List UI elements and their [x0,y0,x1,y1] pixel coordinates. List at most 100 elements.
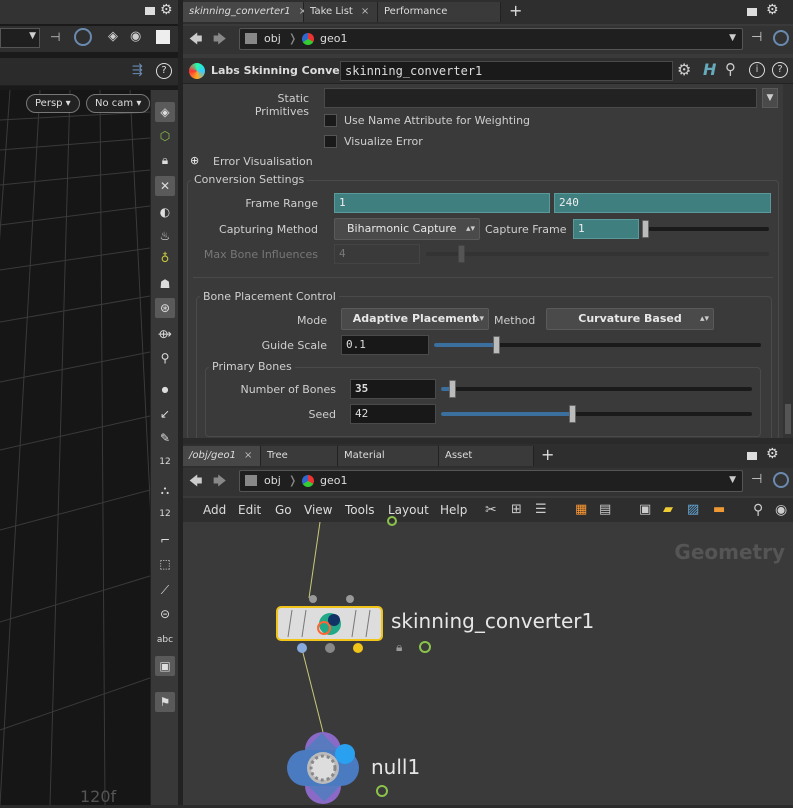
path-geo[interactable]: geo1 [320,32,347,45]
image-icon[interactable]: ▨ [687,502,699,517]
link-icon[interactable] [773,30,789,46]
text-icon[interactable]: abc [155,630,175,650]
max-bone-influences-handle[interactable] [458,245,465,263]
capture-frame-slider[interactable] [643,227,769,231]
output-connector[interactable] [353,643,363,653]
bbox-icon[interactable]: ⬚ [155,554,175,574]
guide-scale-field[interactable]: 0.1 [341,335,429,355]
display-icon[interactable] [156,30,170,44]
clock-icon[interactable] [419,641,431,653]
pin-icon[interactable]: ⊣ [50,30,60,44]
network-box-icon[interactable]: ▣ [639,502,651,517]
output-connector[interactable] [325,643,335,653]
skinning-converter-node-name[interactable]: skinning_converter1 [391,609,594,633]
capture-frame-field[interactable]: 1 [573,219,639,239]
select-tool-icon[interactable]: ◈ [155,102,175,122]
display-options-icon[interactable]: ⇶ [132,63,143,78]
method-menu[interactable]: Curvature Based ▴▾ [546,308,714,330]
output-wire[interactable] [301,648,324,733]
gear-icon[interactable]: ⚙ [766,446,779,462]
input-connector[interactable] [346,595,354,603]
menu-tools[interactable]: Tools [345,503,375,517]
back-arrow-icon[interactable]: 🡄 [189,472,202,494]
persp-menu-button[interactable]: Persp ▾ [26,94,80,113]
menu-layout[interactable]: Layout [388,503,429,517]
brush-icon[interactable]: ⛬ [155,480,175,500]
help-icon[interactable]: ? [156,63,172,79]
gear-icon[interactable]: ⚙ [677,60,691,79]
tab-performance-monitor[interactable]: Performance Monitor× [378,2,501,37]
input-connector[interactable] [309,595,317,603]
grid-view-icon[interactable]: ▦ [575,502,587,517]
static-primitives-field[interactable] [324,88,757,108]
edge-icon[interactable]: ⌐ [155,530,175,550]
scene-viewport[interactable]: ⚙ ▼ ⊣ ◈ ◉ ⇶ ? 120f Persp ▾ No cam ▾ ◈ ⬡ … [0,0,178,805]
seed-field[interactable]: 42 [350,404,436,424]
maximize-icon[interactable] [747,452,757,460]
network-path-field[interactable]: obj ❭ geo1 ▼ [239,470,743,492]
ghost-icon[interactable]: ✕ [155,176,175,196]
max-bone-influences-slider[interactable] [426,252,769,256]
add-tab-button[interactable]: + [541,445,554,464]
visualize-error-checkbox[interactable] [324,135,337,148]
lock-icon[interactable]: 🔒︎ [155,150,175,170]
link-icon[interactable] [773,472,789,488]
add-tab-button[interactable]: + [509,1,522,20]
null-node-name[interactable]: null1 [371,755,420,779]
gear-icon[interactable]: ⚙ [766,2,779,18]
guide-scale-slider-handle[interactable] [493,336,501,354]
display-flag-icon[interactable] [387,516,397,526]
seed-slider[interactable] [441,412,752,416]
pose-icon[interactable]: ☗ [155,274,175,294]
package-icon[interactable]: ▬ [713,502,725,517]
transform-icon[interactable]: ⟋ [155,580,175,600]
lock-icon[interactable]: 🔒︎ [396,640,402,655]
wire-icon[interactable]: ⟴ [155,324,175,344]
tab-asset-browser[interactable]: Asset Browser× [439,446,534,481]
back-arrow-icon[interactable]: 🡄 [189,30,202,52]
info-icon[interactable]: i [749,62,765,78]
forward-arrow-icon[interactable]: 🡆 [213,472,226,494]
parameter-path-field[interactable]: obj ❭ geo1 ▼ [239,28,743,50]
path-dropdown-icon[interactable]: ▼ [729,475,736,485]
expand-plus-icon[interactable]: ⊕ [190,154,199,167]
marker-icon[interactable]: ⚑ [155,692,175,712]
tree-icon[interactable]: ⊞ [511,502,522,517]
light-icon[interactable]: ♨ [155,226,175,246]
skinning-converter-node[interactable] [276,606,383,641]
max-bone-influences-field[interactable]: 4 [334,244,420,264]
forward-arrow-icon[interactable]: 🡆 [213,30,226,52]
mode-menu[interactable]: Adaptive Placement ▴▾ [341,308,489,330]
layout-icon[interactable]: ▤ [599,502,611,517]
menu-edit[interactable]: Edit [238,503,261,517]
parameter-scrollbar[interactable] [783,84,793,438]
viewport-grid[interactable]: 120f [0,90,150,805]
menu-go[interactable]: Go [275,503,292,517]
number-of-bones-field[interactable]: 35 [350,379,436,399]
background-image-icon[interactable]: ▣ [155,656,175,676]
picker-icon[interactable]: ✎ [155,428,175,448]
menu-add[interactable]: Add [203,503,226,517]
sphere-icon[interactable]: ◐ [155,202,175,222]
help-icon[interactable]: ? [772,62,788,78]
tab-tree-view[interactable]: Tree View× [261,446,338,481]
path-geo[interactable]: geo1 [320,474,347,487]
frame-range-end-field[interactable]: 240 [554,193,771,213]
null-node[interactable] [283,728,363,808]
path-dropdown-icon[interactable]: ▼ [729,33,736,43]
maximize-icon[interactable] [145,7,155,15]
link-icon[interactable] [74,28,92,46]
input-wire[interactable] [308,522,321,599]
guide-scale-slider[interactable] [434,343,761,347]
error-visualisation-folder[interactable]: Error Visualisation [213,155,313,168]
tab-take-list[interactable]: Take List × [304,2,378,22]
seed-slider-handle[interactable] [568,405,576,423]
sticky-note-icon[interactable]: ▰ [663,502,673,517]
number-of-bones-slider[interactable] [441,387,752,391]
search-icon[interactable]: ⚲ [753,502,763,518]
point-icon[interactable]: ● [155,380,175,400]
viewport-path-field[interactable]: ▼ [0,28,40,48]
pin-icon[interactable]: ⊣ [751,30,762,45]
bulb-icon[interactable]: ♁ [155,248,175,268]
clock-icon[interactable] [376,785,388,797]
